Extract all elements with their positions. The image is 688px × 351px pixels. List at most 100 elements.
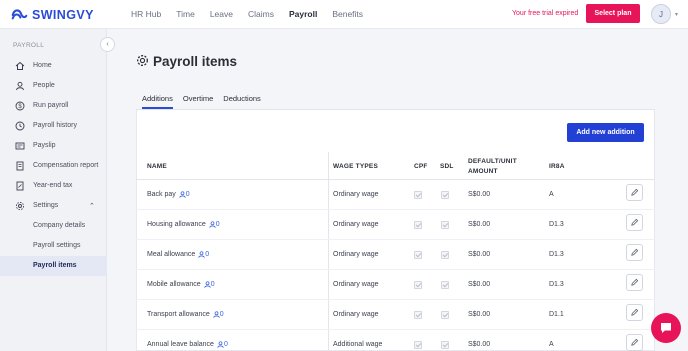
assigned-employees[interactable]: 0 bbox=[198, 251, 209, 258]
sidebar-item-payroll-history[interactable]: Payroll history bbox=[0, 116, 107, 136]
sidebar-item-year-end-tax[interactable]: Year-end tax bbox=[0, 176, 107, 196]
table-row[interactable]: Housing allowance 0 Ordinary wage S$0.00… bbox=[136, 210, 655, 240]
nav-payroll[interactable]: Payroll bbox=[289, 9, 317, 19]
pencil-icon bbox=[631, 278, 639, 286]
table-row[interactable]: Transport allowance 0 Ordinary wage S$0.… bbox=[136, 300, 655, 330]
employee-count: 0 bbox=[210, 281, 215, 288]
edit-button[interactable] bbox=[626, 334, 643, 351]
item-name: Housing allowance bbox=[147, 221, 206, 228]
collapse-sidebar-button[interactable]: ‹ bbox=[100, 37, 115, 52]
assigned-employees[interactable]: 0 bbox=[204, 281, 215, 288]
sidebar-item-label: Payroll history bbox=[33, 122, 77, 129]
table-row[interactable]: Annual leave balance 0 Additional wage S… bbox=[136, 330, 655, 351]
default-amount: S$0.00 bbox=[468, 251, 491, 258]
column-header-name: NAME bbox=[147, 163, 167, 170]
user-icon bbox=[198, 251, 205, 258]
nav-time[interactable]: Time bbox=[176, 9, 195, 19]
page-title: Payroll items bbox=[153, 54, 238, 69]
wage-type: Ordinary wage bbox=[333, 191, 379, 198]
sdl-checkbox bbox=[441, 281, 449, 289]
nav-benefits[interactable]: Benefits bbox=[332, 9, 363, 19]
ir8a-code: D1.3 bbox=[549, 281, 564, 288]
nav-claims[interactable]: Claims bbox=[248, 9, 274, 19]
sidebar-item-label: Home bbox=[33, 62, 52, 69]
assigned-employees[interactable]: 0 bbox=[209, 221, 220, 228]
dollar-icon: $ bbox=[15, 101, 25, 111]
assigned-employees[interactable]: 0 bbox=[213, 311, 224, 318]
history-icon bbox=[15, 121, 25, 131]
table-row[interactable]: Mobile allowance 0 Ordinary wage S$0.00 … bbox=[136, 270, 655, 300]
sidebar-item-home[interactable]: Home bbox=[0, 56, 107, 76]
default-amount: S$0.00 bbox=[468, 341, 491, 348]
edit-button[interactable] bbox=[626, 304, 643, 321]
tab-deductions[interactable]: Deductions bbox=[223, 94, 261, 109]
brand-logo[interactable]: SWINGVY bbox=[11, 7, 94, 23]
tab-additions[interactable]: Additions bbox=[142, 94, 173, 109]
home-icon bbox=[15, 61, 25, 70]
employee-count: 0 bbox=[185, 191, 190, 198]
user-icon bbox=[179, 191, 186, 198]
cpf-checkbox bbox=[414, 311, 422, 319]
trial-expired-text: Your free trial expired bbox=[512, 10, 579, 17]
tab-overtime[interactable]: Overtime bbox=[183, 94, 213, 109]
chat-support-button[interactable] bbox=[651, 313, 681, 343]
top-bar: SWINGVY HR Hub Time Leave Claims Payroll… bbox=[0, 0, 688, 29]
sidebar-item-company-details[interactable]: Company details bbox=[0, 216, 107, 236]
sidebar-item-people[interactable]: People bbox=[0, 76, 107, 96]
sidebar-item-payroll-items[interactable]: Payroll items bbox=[0, 256, 107, 276]
avatar[interactable]: J bbox=[651, 4, 671, 24]
nav-hr-hub[interactable]: HR Hub bbox=[131, 9, 161, 19]
column-header-cpf: CPF bbox=[414, 163, 428, 170]
user-icon bbox=[204, 281, 211, 288]
table-row[interactable]: Back pay 0 Ordinary wage S$0.00 A bbox=[136, 180, 655, 210]
add-new-addition-button[interactable]: Add new addition bbox=[567, 123, 644, 142]
chevron-down-icon[interactable]: ▾ bbox=[675, 11, 678, 18]
nav-leave[interactable]: Leave bbox=[210, 9, 233, 19]
sidebar-item-label: Compensation report bbox=[33, 162, 99, 169]
sidebar-item-compensation-report[interactable]: Compensation report bbox=[0, 156, 107, 176]
report-icon bbox=[16, 161, 24, 171]
edit-button[interactable] bbox=[626, 184, 643, 201]
wage-type: Ordinary wage bbox=[333, 221, 379, 228]
sidebar-item-label: Run payroll bbox=[33, 102, 69, 109]
sidebar: PAYROLL Home People $ Run payroll Payrol… bbox=[0, 29, 107, 351]
sidebar-item-settings[interactable]: Settings ⌃ bbox=[0, 196, 107, 216]
wage-type: Ordinary wage bbox=[333, 311, 379, 318]
sidebar-item-payroll-settings[interactable]: Payroll settings bbox=[0, 236, 107, 256]
cpf-checkbox bbox=[414, 191, 422, 199]
assigned-employees[interactable]: 0 bbox=[217, 341, 228, 348]
default-amount: S$0.00 bbox=[468, 221, 491, 228]
ir8a-code: D1.3 bbox=[549, 251, 564, 258]
row-name-cell: Housing allowance 0 bbox=[147, 221, 220, 228]
user-icon bbox=[213, 311, 220, 318]
sidebar-item-label: Payslip bbox=[33, 142, 56, 149]
pencil-icon bbox=[631, 308, 639, 316]
cpf-checkbox bbox=[414, 221, 422, 229]
user-icon bbox=[16, 81, 24, 91]
item-name: Transport allowance bbox=[147, 311, 210, 318]
row-name-cell: Back pay 0 bbox=[147, 191, 190, 198]
assigned-employees[interactable]: 0 bbox=[179, 191, 190, 198]
edit-button[interactable] bbox=[626, 244, 643, 261]
sidebar-item-run-payroll[interactable]: $ Run payroll bbox=[0, 96, 107, 116]
row-name-cell: Meal allowance 0 bbox=[147, 251, 209, 258]
ir8a-code: D1.3 bbox=[549, 221, 564, 228]
tax-icon bbox=[16, 181, 24, 191]
sidebar-item-payslip[interactable]: Payslip bbox=[0, 136, 107, 156]
chat-icon bbox=[661, 323, 671, 333]
edit-button[interactable] bbox=[626, 274, 643, 291]
wage-type: Additional wage bbox=[333, 341, 383, 348]
select-plan-button[interactable]: Select plan bbox=[586, 4, 640, 23]
column-header-wage-types: WAGE TYPES bbox=[333, 163, 378, 170]
column-header-default-unit: DEFAULT/UNIT bbox=[468, 158, 517, 165]
item-name: Mobile allowance bbox=[147, 281, 201, 288]
row-name-cell: Annual leave balance 0 bbox=[147, 341, 228, 348]
ir8a-code: A bbox=[549, 191, 554, 198]
pencil-icon bbox=[631, 218, 639, 226]
swingvy-logo-icon bbox=[11, 9, 28, 20]
edit-button[interactable] bbox=[626, 214, 643, 231]
user-icon bbox=[217, 341, 224, 348]
row-name-cell: Mobile allowance 0 bbox=[147, 281, 215, 288]
table-row[interactable]: Meal allowance 0 Ordinary wage S$0.00 D1… bbox=[136, 240, 655, 270]
sidebar-item-label: Payroll settings bbox=[33, 242, 81, 249]
